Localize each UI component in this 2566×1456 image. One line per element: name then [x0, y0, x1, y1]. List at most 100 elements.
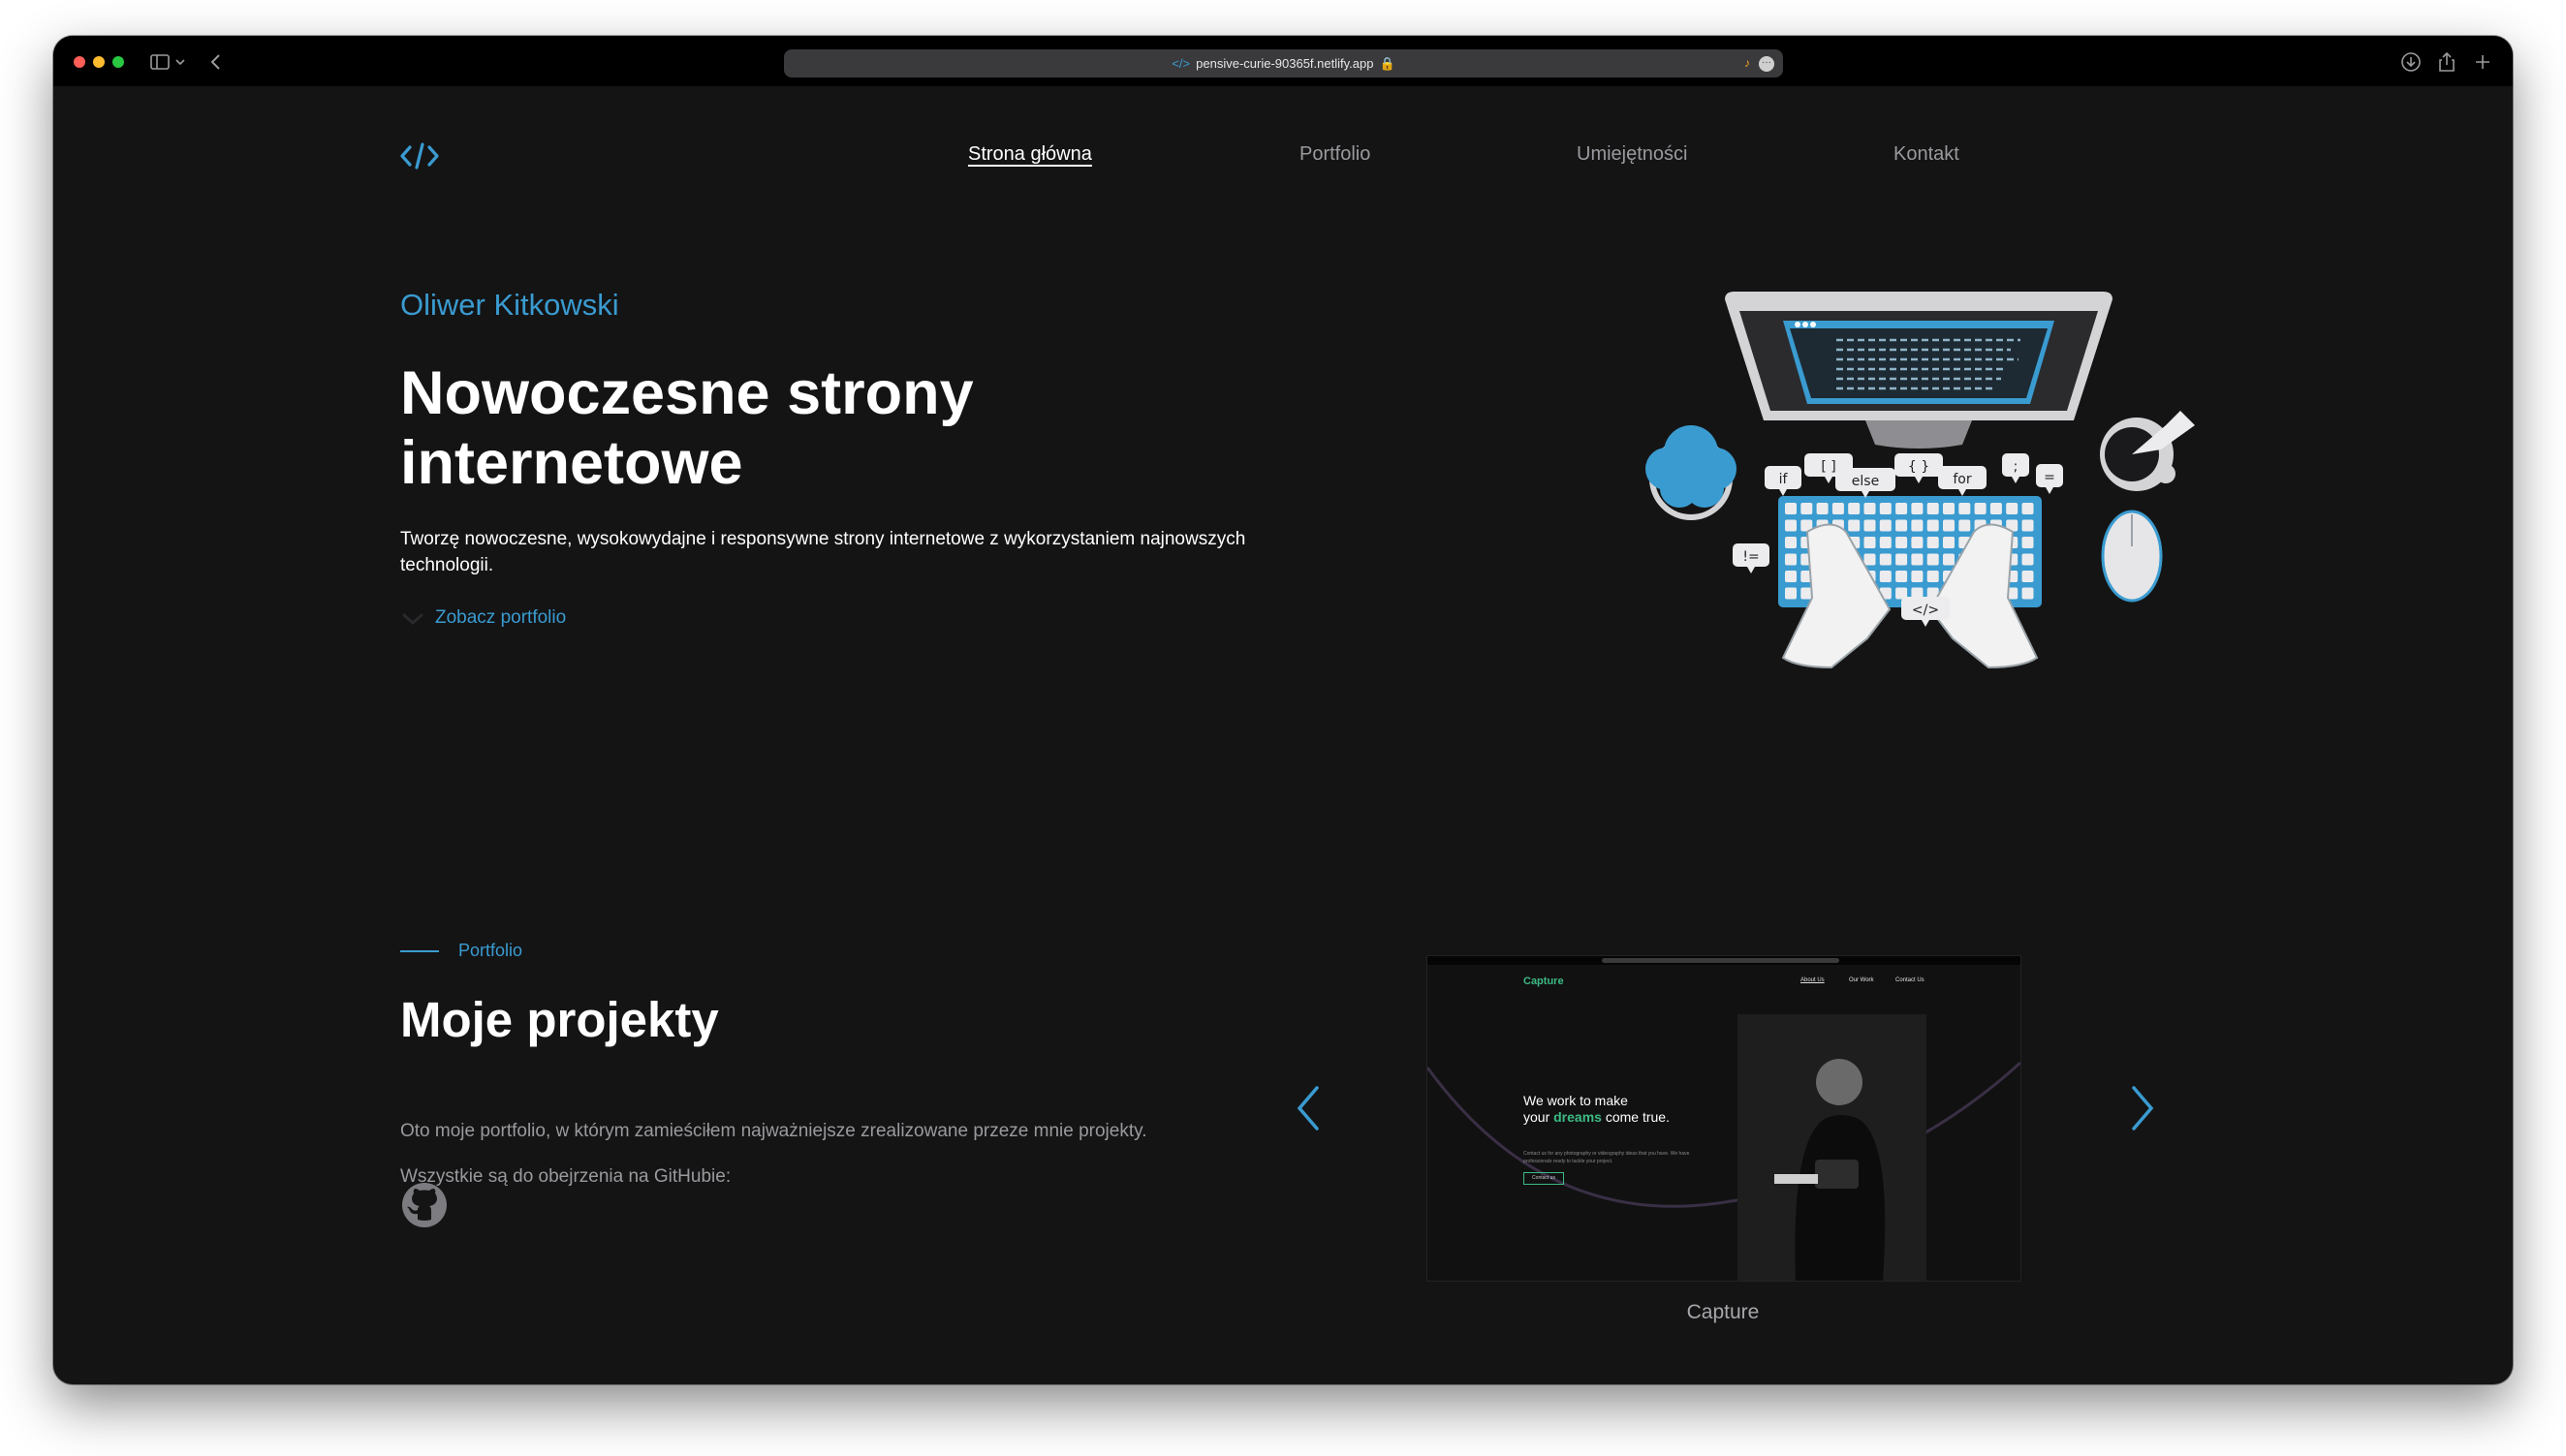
- keyboard-key: [1785, 571, 1797, 582]
- keyboard-key: [1879, 571, 1892, 582]
- nav-home-link[interactable]: Strona główna: [968, 143, 1092, 166]
- preview-headline-3: come true.: [1601, 1109, 1670, 1125]
- code-bubble: for: [1938, 466, 1987, 496]
- preview-nav-contact: Contact Us: [1895, 977, 1924, 983]
- keyboard-key: [1926, 537, 1939, 548]
- keyboard-key: [2006, 503, 2018, 514]
- minimize-window-button[interactable]: [93, 56, 105, 68]
- more-options-icon[interactable]: ···: [1759, 56, 1774, 72]
- download-icon[interactable]: [2398, 49, 2424, 75]
- monitor-stand: [1865, 420, 1972, 449]
- keyboard-key: [1926, 553, 1939, 566]
- keyboard-key: [1848, 503, 1861, 514]
- site-favicon-icon: </>: [1172, 56, 1191, 71]
- keyboard-key: [1943, 537, 1955, 548]
- keyboard-key: [1785, 503, 1797, 514]
- keyboard-key: [1848, 519, 1861, 532]
- code-bubble-label: =: [2044, 470, 2055, 485]
- github-prompt-text: Wszystkie są do obejrzenia na GitHubie:: [400, 1166, 732, 1187]
- keyboard-key: [1895, 537, 1908, 548]
- url-text: pensive-curie-90365f.netlify.app: [1196, 56, 1374, 71]
- keyboard-key: [1911, 537, 1924, 548]
- keyboard-key: [1895, 571, 1908, 582]
- section-title: Moje projekty: [400, 992, 719, 1047]
- keyboard-key: [1926, 503, 1939, 514]
- code-bubble: else: [1835, 468, 1895, 498]
- url-display[interactable]: </> pensive-curie-90365f.netlify.app 🔒: [784, 49, 1783, 77]
- browser-toolbar: </> pensive-curie-90365f.netlify.app 🔒 ♪ ·…: [53, 36, 2513, 86]
- keyboard-key: [2021, 537, 2034, 548]
- keyboard-key: [1816, 503, 1829, 514]
- preview-headline: We work to make your dreams come true.: [1523, 1093, 1688, 1126]
- keyboard-key: [1895, 519, 1908, 532]
- nav-contact-link[interactable]: Kontakt: [1893, 143, 1959, 166]
- keyboard-key: [1879, 519, 1892, 532]
- keyboard-key: [1785, 519, 1797, 532]
- keyboard-key: [1958, 519, 1971, 532]
- keyboard-key: [1926, 519, 1939, 532]
- nav-skills-link[interactable]: Umiejętności: [1577, 143, 1687, 166]
- see-portfolio-label: Zobacz portfolio: [435, 607, 567, 628]
- hero-title: Nowoczesne strony internetowe: [400, 359, 974, 497]
- keyboard-key: [2021, 587, 2034, 600]
- project-caption: Capture: [1686, 1301, 1760, 1323]
- code-bubble-label: else: [1852, 474, 1879, 489]
- keyboard-key: [1831, 503, 1844, 514]
- sidebar-toggle-icon[interactable]: [147, 49, 172, 75]
- keyboard-key: [1879, 537, 1892, 548]
- keyboard-key: [2021, 519, 2034, 532]
- chevron-down-icon[interactable]: [172, 49, 188, 75]
- code-bubble: ;: [2002, 453, 2029, 483]
- window-dot-icon: [1802, 322, 1808, 327]
- close-window-button[interactable]: [74, 56, 85, 68]
- keyboard-key: [1926, 571, 1939, 582]
- code-bubble-label: { }: [1908, 459, 1929, 475]
- hero-description: Tworzę nowoczesne, wysokowydajne i respo…: [400, 529, 1246, 575]
- hero-name: Oliwer Kitkowski: [400, 288, 619, 322]
- preview-headline-1: We work to make: [1523, 1093, 1628, 1108]
- carousel-prev-icon[interactable]: [1292, 1082, 1325, 1134]
- preview-contact-button: Contact us: [1523, 1172, 1564, 1185]
- code-bubble: !=: [1733, 543, 1769, 573]
- section-label: Portfolio: [400, 941, 522, 961]
- preview-headline-accent: dreams: [1553, 1109, 1602, 1125]
- speaker-icon[interactable]: ♪: [1744, 56, 1750, 70]
- preview-nav-work: Our Work: [1849, 977, 1874, 983]
- keyboard-key: [1800, 503, 1813, 514]
- keyboard-key: [1863, 537, 1876, 548]
- keyboard-key: [1974, 503, 1987, 514]
- keyboard-key: [1863, 519, 1876, 532]
- code-bubble: { }: [1894, 453, 1943, 483]
- maximize-window-button[interactable]: [112, 56, 124, 68]
- carousel-next-icon[interactable]: [2126, 1082, 2159, 1134]
- github-icon[interactable]: [400, 1181, 449, 1229]
- preview-small-text: Contact us for any photography or videog…: [1523, 1151, 1690, 1164]
- keyboard-key: [1911, 553, 1924, 566]
- keyboard-key: [1911, 503, 1924, 514]
- keyboard-key: [1895, 553, 1908, 566]
- code-bubble-label: for: [1953, 472, 1971, 487]
- cup-detail: [2156, 464, 2175, 483]
- window-dot-icon: [1810, 322, 1816, 327]
- keyboard-key: [2021, 503, 2034, 514]
- see-portfolio-link[interactable]: Zobacz portfolio: [400, 607, 566, 629]
- nav-portfolio-link[interactable]: Portfolio: [1299, 143, 1370, 166]
- portfolio-intro-text: Oto moje portfolio, w którym zamieściłem…: [400, 1121, 1147, 1141]
- preview-photo: [1737, 1014, 1926, 1281]
- section-label-text: Portfolio: [458, 941, 523, 960]
- project-preview-capture[interactable]: Capture About Us Our Work Contact Us We …: [1426, 955, 2021, 1282]
- keyboard-key: [1879, 553, 1892, 566]
- new-tab-icon[interactable]: [2470, 49, 2495, 75]
- keyboard-key: [2021, 571, 2034, 582]
- keyboard-key: [1785, 553, 1797, 566]
- share-icon[interactable]: [2434, 49, 2459, 75]
- back-arrow-icon[interactable]: [203, 49, 229, 75]
- code-logo-icon[interactable]: [399, 141, 440, 170]
- address-bar[interactable]: </> pensive-curie-90365f.netlify.app 🔒 ♪ ·…: [784, 49, 1783, 77]
- code-window: [1790, 328, 2048, 398]
- keyboard-key: [1943, 503, 1955, 514]
- keyboard-key: [1785, 587, 1797, 600]
- keyboard-key: [1943, 519, 1955, 532]
- keyboard-key: [1911, 571, 1924, 582]
- code-bubble-label: </>: [1912, 603, 1939, 618]
